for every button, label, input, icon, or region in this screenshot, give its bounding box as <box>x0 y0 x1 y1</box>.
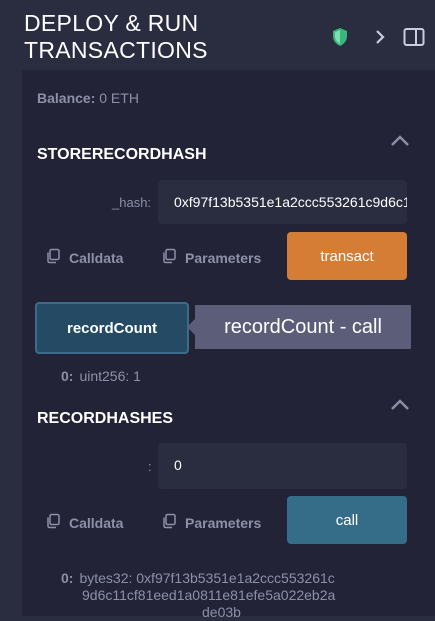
shield-check-icon[interactable] <box>329 26 351 48</box>
output-line-2: 9d6c11cf81eed1a0811e81efe5a022eb2a <box>82 587 336 603</box>
chevron-up-icon[interactable] <box>389 398 411 412</box>
output-index: 0: <box>61 368 74 384</box>
panel-toggle-icon[interactable] <box>403 26 425 48</box>
record-count-button[interactable]: recordCount <box>35 302 189 354</box>
recordhashes-title: RECORDHASHES <box>37 410 174 427</box>
storerecordhash-title: STORERECORDHASH <box>37 146 207 163</box>
chevron-right-icon[interactable] <box>369 26 391 48</box>
index-param-label: : <box>148 459 152 474</box>
hash-param-label: _hash: <box>112 195 152 210</box>
index-input[interactable]: 0 <box>158 443 407 489</box>
output-index: 0: <box>61 570 74 586</box>
calldata-button[interactable]: Calldata <box>45 248 123 267</box>
calldata-label: Calldata <box>69 249 124 266</box>
hash-input[interactable]: 0xf97f13b5351e1a2ccc553261c9d6c11cf81eed… <box>158 180 407 224</box>
calldata-button[interactable]: Calldata <box>45 513 123 532</box>
balance: Balance: 0 ETH <box>37 90 139 106</box>
copy-icon <box>45 248 61 267</box>
parameters-button[interactable]: Parameters <box>161 248 261 267</box>
output-line-1: bytes32: 0xf97f13b5351e1a2ccc553261c <box>79 570 335 586</box>
output-line-3: de03b <box>202 604 241 620</box>
chevron-up-icon[interactable] <box>389 134 411 148</box>
panel-title: DEPLOY & RUN TRANSACTIONS <box>24 10 208 64</box>
record-count-tooltip: recordCount - call <box>195 305 411 349</box>
header: DEPLOY & RUN TRANSACTIONS <box>0 0 435 70</box>
record-hashes-output: 0: bytes32: 0xf97f13b5351e1a2ccc553261c 9… <box>61 570 335 621</box>
parameters-label: Parameters <box>185 249 262 266</box>
copy-icon <box>161 248 177 267</box>
record-count-output: 0: uint256: 1 <box>61 368 141 384</box>
panel-title-line2: TRANSACTIONS <box>24 37 208 63</box>
balance-value: 0 ETH <box>99 90 139 106</box>
copy-icon <box>161 513 177 532</box>
copy-icon <box>45 513 61 532</box>
parameters-button[interactable]: Parameters <box>161 513 261 532</box>
tooltip-arrow <box>187 319 195 335</box>
panel-title-line1: DEPLOY & RUN <box>24 10 199 36</box>
output-value: uint256: 1 <box>79 368 141 384</box>
call-button[interactable]: call <box>287 496 407 544</box>
transact-button[interactable]: transact <box>287 232 407 280</box>
calldata-label: Calldata <box>69 514 124 531</box>
parameters-label: Parameters <box>185 514 262 531</box>
balance-label: Balance: <box>37 90 96 106</box>
